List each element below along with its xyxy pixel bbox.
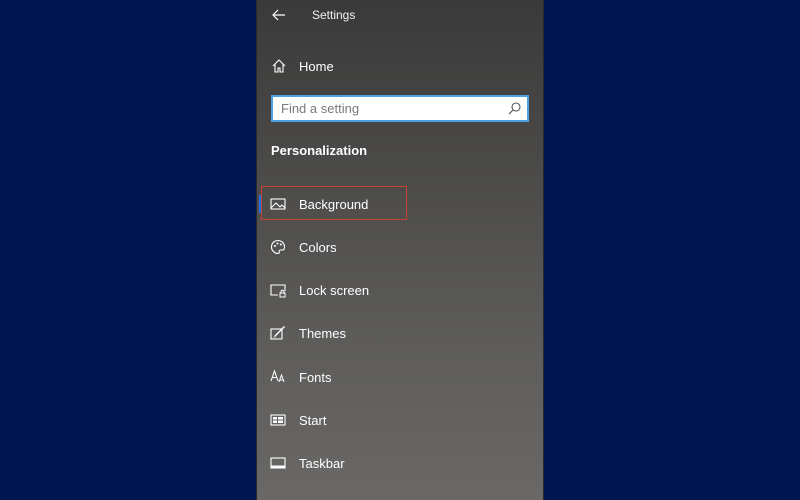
start-icon [270,412,286,428]
nav-item-themes[interactable]: Themes [257,315,543,351]
nav-item-taskbar[interactable]: Taskbar [257,445,543,481]
window-title: Settings [312,8,356,22]
back-button[interactable] [267,4,291,26]
section-title: Personalization [271,143,368,158]
home-label: Home [299,59,334,74]
nav-item-fonts[interactable]: Fonts [257,359,543,395]
home-nav-item[interactable]: Home [257,52,543,82]
back-arrow-icon [272,9,286,21]
home-icon [271,58,287,74]
themes-icon [270,325,286,341]
nav-item-label: Fonts [299,370,332,385]
nav-item-label: Background [299,197,369,212]
nav-item-background[interactable]: Background [257,186,543,222]
title-bar: Settings [257,0,543,32]
nav-item-start[interactable]: Start [257,402,543,438]
palette-icon [270,239,286,255]
search-box[interactable] [271,95,529,122]
nav-item-colors[interactable]: Colors [257,229,543,265]
nav-item-label: Taskbar [299,456,345,471]
taskbar-icon [270,455,286,471]
settings-panel: Settings Home Personalization Background [256,0,544,500]
nav-item-label: Colors [299,240,337,255]
search-input[interactable] [273,97,501,120]
fonts-icon [270,369,286,385]
nav-item-label: Lock screen [299,283,370,298]
nav-item-label: Themes [299,326,346,341]
picture-icon [270,196,286,212]
lock-screen-icon [270,282,286,298]
nav-item-label: Start [299,413,327,428]
search-icon[interactable] [507,101,522,116]
nav-item-lock-screen[interactable]: Lock screen [257,272,543,308]
